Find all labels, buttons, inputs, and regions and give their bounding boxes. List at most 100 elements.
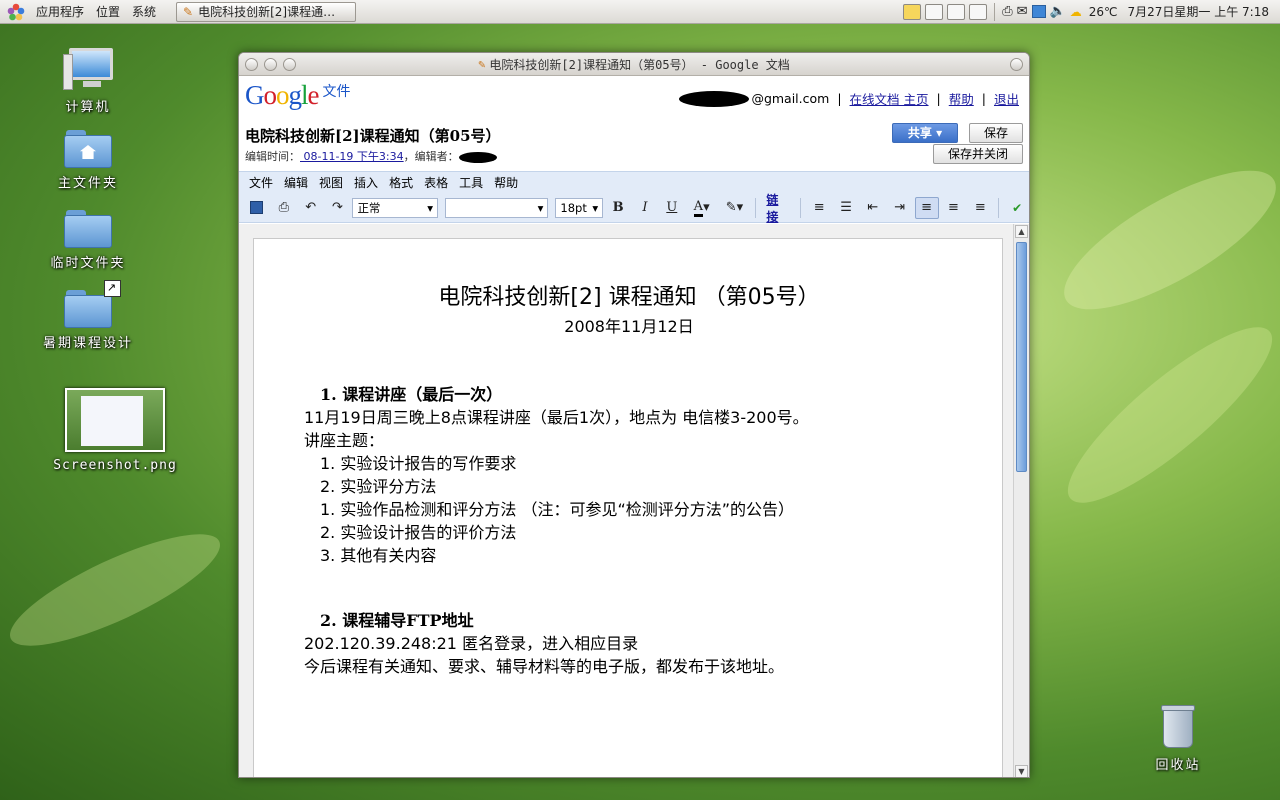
link-button[interactable]: 链接: [762, 191, 794, 225]
weather-temperature[interactable]: 26℃: [1086, 5, 1121, 19]
menu-format[interactable]: 格式: [387, 174, 422, 191]
window-controls: [245, 58, 296, 71]
menu-view[interactable]: 视图: [317, 174, 352, 191]
document-page[interactable]: 电院科技创新[2] 课程通知 （第05号） 2008年11月12日 1. 课程讲…: [253, 238, 1003, 777]
scroll-down-icon[interactable]: ▼: [1015, 765, 1028, 777]
mail-icon[interactable]: ✉: [1017, 4, 1028, 19]
home-folder-icon: [64, 130, 112, 168]
menu-places[interactable]: 位置: [90, 3, 126, 20]
menu-tools[interactable]: 工具: [457, 174, 492, 191]
menu-edit[interactable]: 编辑: [282, 174, 317, 191]
revision-link[interactable]: 08-11-19 下午3:34: [300, 150, 403, 163]
paragraph-style-select[interactable]: 正常 ▾: [352, 197, 438, 218]
undo-icon[interactable]: ↶: [299, 197, 323, 219]
wallpaper-grass: [0, 514, 232, 666]
menu-table[interactable]: 表格: [422, 174, 457, 191]
workspace-icon[interactable]: [925, 3, 944, 20]
font-size-select[interactable]: 18pt ▾: [555, 197, 604, 218]
paragraph-style-value: 正常: [357, 200, 381, 215]
system-tray: ⎙ ✉ 🔈 ☁ 26℃ 7月27日星期一 上午 7:18: [903, 2, 1280, 21]
document-edit-icon: ✎: [183, 4, 194, 19]
editor-menubar: 文件 编辑 视图 插入 格式 表格 工具 帮助: [239, 171, 1029, 193]
align-center-icon[interactable]: ≡: [942, 197, 966, 219]
menu-insert[interactable]: 插入: [352, 174, 387, 191]
user-email: @gmail.com: [751, 91, 830, 106]
separator: |: [981, 91, 986, 106]
bulleted-list-icon[interactable]: ☰: [834, 197, 858, 219]
text-color-icon[interactable]: A ▾: [687, 197, 717, 219]
wallpaper-grass: [1047, 304, 1280, 526]
desktop-icon-home-folder[interactable]: 主文件夹: [38, 130, 138, 191]
document-title[interactable]: 电院科技创新[2]课程通知（第05号）: [245, 125, 501, 146]
network-icon[interactable]: [1031, 5, 1046, 18]
separator: |: [936, 91, 941, 106]
menu-file[interactable]: 文件: [247, 174, 282, 191]
chevron-down-icon: ▾: [427, 200, 433, 215]
print-icon[interactable]: ⎙: [272, 197, 296, 219]
save-button[interactable]: 保存: [969, 123, 1023, 143]
align-left-icon[interactable]: ≡: [914, 196, 939, 219]
underline-icon[interactable]: U: [660, 197, 684, 219]
close-button[interactable]: [245, 58, 258, 71]
document-date: 2008年11月12日: [564, 317, 694, 336]
taskbar-window-button[interactable]: ✎ 电院科技创新[2]课程通…: [176, 1, 357, 22]
clock[interactable]: 7月27日星期一 上午 7:18: [1125, 3, 1272, 20]
font-family-select[interactable]: ▾: [444, 197, 549, 218]
save-and-close-button[interactable]: 保存并关闭: [933, 144, 1023, 164]
chevron-down-icon: ▾: [592, 200, 599, 215]
decrease-indent-icon[interactable]: ⇤: [861, 197, 885, 219]
minimize-button[interactable]: [264, 58, 277, 71]
menu-help[interactable]: 帮助: [492, 174, 527, 191]
google-docs-logo[interactable]: Google 文件: [245, 80, 351, 111]
list-item: 1. 实验设计报告的写作要求: [320, 454, 517, 473]
window-titlebar[interactable]: ✎ 电院科技创新[2]课程通知（第05号） - Google 文档: [239, 53, 1029, 76]
notes-icon[interactable]: [903, 3, 922, 20]
section-heading-text: 1. 课程讲座（最后一次）: [320, 385, 503, 404]
desktop-icon-trash[interactable]: 回收站: [1128, 705, 1228, 773]
volume-icon[interactable]: 🔈: [1050, 4, 1066, 19]
top-panel: 应用程序 位置 系统 ✎ 电院科技创新[2]课程通… ⎙ ✉ 🔈 ☁ 26℃ 7…: [0, 0, 1280, 24]
list-item: 1. 实验作品检测和评分方法 （注：可参见“检测评分方法”的公告）: [320, 500, 795, 519]
scrollbar-thumb[interactable]: [1016, 242, 1027, 472]
workspace-icon[interactable]: [969, 3, 988, 20]
section-heading-text: 2. 课程辅导FTP地址: [320, 611, 474, 630]
menu-applications[interactable]: 应用程序: [30, 3, 90, 20]
numbered-list-icon[interactable]: ≡: [807, 197, 831, 219]
bold-icon[interactable]: B: [606, 197, 630, 219]
document-body[interactable]: 电院科技创新[2] 课程通知 （第05号） 2008年11月12日 1. 课程讲…: [304, 279, 954, 678]
desktop-icon-temp-folder[interactable]: 临时文件夹: [38, 210, 138, 271]
align-right-icon[interactable]: ≡: [968, 197, 992, 219]
printer-icon[interactable]: ⎙: [1002, 4, 1012, 19]
vertical-scrollbar[interactable]: ▲ ▼: [1013, 224, 1029, 777]
edit-time-label: 编辑时间：: [245, 150, 300, 163]
desktop-icon-summer-course[interactable]: ↗ 暑期课程设计: [38, 280, 138, 351]
desktop-icon-screenshot[interactable]: Screenshot.png: [40, 388, 190, 473]
wallpaper-grass: [1046, 145, 1280, 335]
window-menu-button[interactable]: [1010, 58, 1023, 71]
folder-icon: [64, 210, 112, 248]
editor-toolbar: ⎙ ↶ ↷ 正常 ▾ ▾ 18pt ▾ B I U A ▾ ✎▾ 链接 ≡ ☰ ⇤ ⇥…: [239, 191, 1029, 225]
paragraph: 202.120.39.248:21 匿名登录，进入相应目录: [304, 634, 639, 653]
user-bar: @gmail.com | 在线文档 主页 | 帮助 | 退出: [679, 89, 1019, 108]
save-icon[interactable]: [245, 197, 269, 219]
share-button[interactable]: 共享 ▾: [892, 123, 958, 143]
sign-out-link[interactable]: 退出: [994, 89, 1019, 108]
workspace-icon[interactable]: [947, 3, 966, 20]
document-info: 电院科技创新[2]课程通知（第05号） 编辑时间： 08-11-19 下午3:3…: [245, 125, 501, 164]
scroll-up-icon[interactable]: ▲: [1015, 225, 1028, 238]
section-heading: 2. 课程辅导FTP地址: [304, 609, 954, 632]
docs-home-link[interactable]: 在线文档 主页: [850, 89, 929, 108]
redo-icon[interactable]: ↷: [326, 197, 350, 219]
increase-indent-icon[interactable]: ⇥: [888, 197, 912, 219]
desktop-icon-computer[interactable]: 计算机: [38, 48, 138, 115]
highlight-color-icon[interactable]: ✎▾: [720, 197, 750, 219]
separator: |: [837, 91, 842, 106]
maximize-button[interactable]: [283, 58, 296, 71]
redacted-editor: [458, 151, 497, 163]
italic-icon[interactable]: I: [633, 197, 657, 219]
help-link[interactable]: 帮助: [949, 89, 974, 108]
editor-label: ，编辑者：: [403, 150, 459, 163]
applications-logo-icon[interactable]: [6, 2, 26, 22]
menu-system[interactable]: 系统: [126, 3, 162, 20]
spellcheck-icon[interactable]: ✔: [1005, 197, 1029, 219]
